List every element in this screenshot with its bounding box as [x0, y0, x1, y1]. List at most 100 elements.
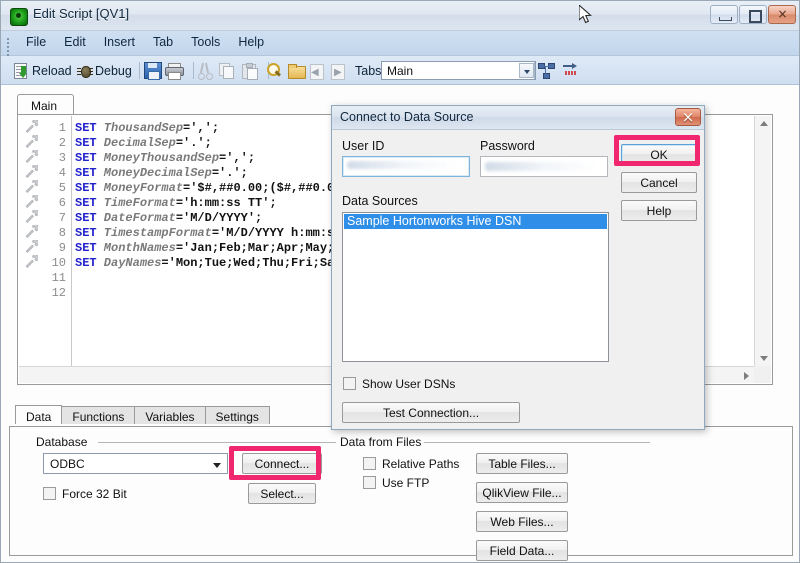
tab-settings[interactable]: Settings: [204, 406, 270, 424]
password-input[interactable]: [480, 156, 608, 177]
help-button[interactable]: Help: [621, 200, 697, 221]
select-button[interactable]: Select...: [248, 483, 316, 504]
title-bar: Edit Script [QV1] ×: [1, 1, 799, 31]
menu-item-tools[interactable]: Tools: [182, 31, 229, 56]
previous-tab-button[interactable]: ◀: [309, 56, 324, 85]
window-title: Edit Script [QV1]: [33, 6, 130, 21]
close-button[interactable]: ×: [768, 5, 796, 24]
maximize-button[interactable]: [739, 5, 767, 24]
line-number: 10: [51, 256, 66, 270]
print-button[interactable]: [165, 56, 184, 85]
line-bookmark-wrench-icon[interactable]: [24, 255, 38, 268]
code-line[interactable]: SET DecimalSep='.';: [75, 136, 212, 151]
dialog-close-button[interactable]: [675, 108, 701, 126]
scroll-up-icon[interactable]: [760, 121, 768, 126]
menu-item-help[interactable]: Help: [229, 31, 273, 56]
gutter-divider: [71, 116, 72, 366]
code-line[interactable]: SET MonthNames='Jan;Feb;Mar;Apr;May;: [75, 241, 334, 256]
tab-variables[interactable]: Variables: [134, 406, 206, 424]
tabs-label-wrap: Tabs: [353, 56, 381, 85]
web-files-button[interactable]: Web Files...: [476, 511, 568, 532]
cut-button[interactable]: [198, 56, 213, 85]
line-bookmark-wrench-icon[interactable]: [24, 150, 38, 163]
scroll-right-icon[interactable]: [744, 372, 749, 380]
code-line[interactable]: SET MoneyThousandSep=',';: [75, 151, 255, 166]
connect-to-data-source-dialog: Connect to Data Source User ID Password …: [331, 105, 705, 430]
line-bookmark-wrench-icon[interactable]: [24, 120, 38, 133]
line-bookmark-wrench-icon[interactable]: [24, 180, 38, 193]
print-icon: [165, 63, 184, 80]
debug-bug-icon: [77, 63, 93, 78]
cancel-button[interactable]: Cancel: [621, 172, 697, 193]
editor-vertical-scrollbar[interactable]: [754, 116, 771, 366]
tab-functions[interactable]: Functions: [61, 406, 136, 424]
code-line[interactable]: SET MoneyFormat='$#,##0.00;($#,##0.0: [75, 181, 334, 196]
user-id-input[interactable]: [342, 156, 470, 177]
tab-data[interactable]: Data: [15, 405, 63, 424]
open-folder-button[interactable]: [288, 56, 306, 85]
bottom-tab-bar: Data Functions Variables Settings: [15, 405, 270, 427]
tabs-combo[interactable]: Main: [381, 61, 536, 80]
dialog-title-bar: Connect to Data Source: [332, 106, 704, 130]
files-group-title: Data from Files: [340, 435, 427, 449]
show-user-dsns-checkbox[interactable]: [343, 377, 356, 390]
qlikview-file-button[interactable]: QlikView File...: [476, 482, 568, 503]
connect-button[interactable]: Connect...: [242, 453, 322, 474]
tab-structure-button[interactable]: [538, 56, 555, 85]
line-bookmark-wrench-icon[interactable]: [24, 225, 38, 238]
debug-label: Debug: [95, 63, 132, 78]
search-icon: [267, 63, 282, 78]
chevron-down-icon[interactable]: [213, 463, 221, 468]
relative-paths-checkbox[interactable]: [363, 457, 376, 470]
paste-button[interactable]: [242, 56, 258, 85]
save-icon: [144, 62, 162, 80]
test-connection-button[interactable]: Test Connection...: [342, 402, 520, 423]
find-button[interactable]: [267, 56, 282, 85]
tab-structure-icon: [538, 63, 555, 79]
ok-button[interactable]: OK: [621, 144, 697, 165]
code-line[interactable]: SET MoneyDecimalSep='.';: [75, 166, 248, 181]
data-sources-list[interactable]: Sample Hortonworks Hive DSN: [342, 212, 609, 362]
next-tab-button[interactable]: ▶: [330, 56, 345, 85]
table-files-button[interactable]: Table Files...: [476, 453, 568, 474]
line-bookmark-wrench-icon[interactable]: [24, 210, 38, 223]
line-bookmark-wrench-icon[interactable]: [24, 240, 38, 253]
menu-item-tab[interactable]: Tab: [144, 31, 182, 56]
code-line[interactable]: SET ThousandSep=',';: [75, 121, 219, 136]
line-number-column: 1 2 3 4 5 6 7 8 9 10 11 12: [45, 116, 69, 366]
code-line[interactable]: SET TimestampFormat='M/D/YYYY h:mm:s: [75, 226, 334, 241]
line-bookmark-wrench-icon[interactable]: [24, 165, 38, 178]
line-bookmark-wrench-icon[interactable]: [24, 195, 38, 208]
list-item[interactable]: Sample Hortonworks Hive DSN: [344, 214, 607, 229]
edit-script-window: Edit Script [QV1] × File Edit Insert Tab…: [0, 0, 800, 563]
code-line[interactable]: SET DateFormat='M/D/YYYY';: [75, 211, 262, 226]
goto-button[interactable]: [563, 56, 579, 85]
code-line[interactable]: SET TimeFormat='h:mm:ss TT';: [75, 196, 277, 211]
menu-item-edit[interactable]: Edit: [55, 31, 95, 56]
use-ftp-checkbox[interactable]: [363, 476, 376, 489]
toolbar: Reload Debug ◀ ▶ Tabs Main: [1, 56, 799, 85]
scroll-down-icon[interactable]: [760, 356, 768, 361]
database-type-combo[interactable]: ODBC: [43, 453, 228, 474]
field-data-button[interactable]: Field Data...: [476, 540, 568, 561]
force-32-bit-checkbox[interactable]: [43, 487, 56, 500]
menu-item-insert[interactable]: Insert: [95, 31, 144, 56]
cut-icon: [198, 62, 213, 80]
files-group-rule: [424, 442, 650, 443]
open-folder-icon: [288, 64, 306, 79]
save-button[interactable]: [144, 56, 162, 85]
code-line[interactable]: SET DayNames='Mon;Tue;Wed;Thu;Fri;Sa: [75, 256, 334, 271]
menu-item-file[interactable]: File: [17, 31, 55, 56]
qlikview-logo-icon: [10, 8, 28, 26]
reload-icon: [14, 62, 30, 79]
line-number: 6: [58, 196, 66, 210]
menu-grip-icon[interactable]: [7, 36, 10, 56]
debug-button[interactable]: Debug: [77, 56, 132, 85]
minimize-button[interactable]: [710, 5, 738, 24]
copy-button[interactable]: [219, 56, 234, 85]
dialog-title: Connect to Data Source: [340, 110, 474, 124]
line-bookmark-wrench-icon[interactable]: [24, 135, 38, 148]
reload-button[interactable]: Reload: [14, 56, 72, 85]
line-number: 1: [58, 121, 66, 135]
password-label: Password: [480, 139, 535, 153]
